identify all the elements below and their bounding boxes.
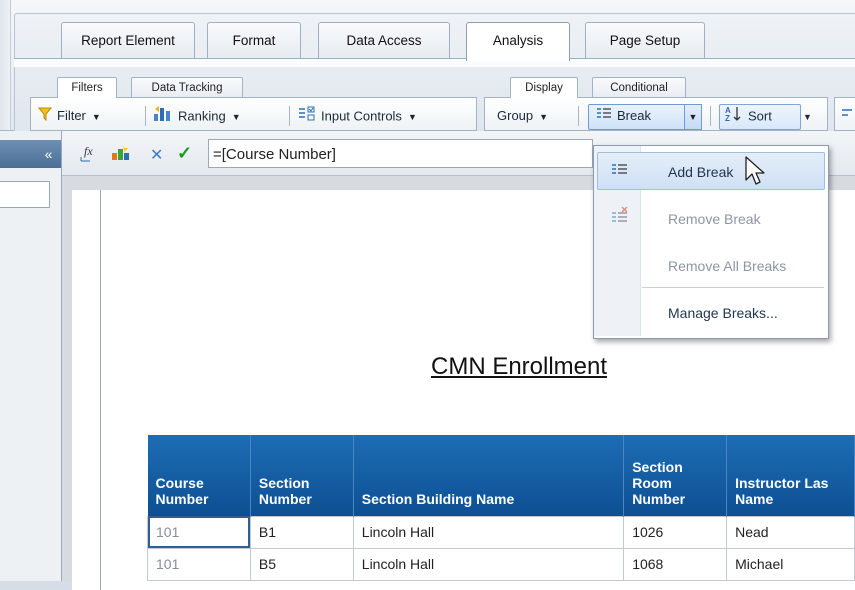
ranking-icon <box>153 106 173 128</box>
toolbar-separator <box>289 106 290 126</box>
menu-item-remove-all-breaks[interactable]: Remove All Breaks <box>668 251 786 281</box>
table-cell[interactable]: B1 <box>249 515 354 549</box>
collapse-panel-icon[interactable]: « <box>36 140 61 168</box>
table-cell[interactable]: 1068 <box>623 547 728 581</box>
table-header-row: Course Number Section Number Section Build… <box>147 435 855 516</box>
svg-text:Z: Z <box>725 114 730 122</box>
ranking-button[interactable]: Ranking ▼ <box>153 106 241 126</box>
table-cell[interactable]: 101 <box>147 547 251 581</box>
input-controls-label: Input Controls <box>321 108 402 124</box>
variable-editor-icon[interactable] <box>110 143 132 166</box>
svg-text:fx: fx <box>84 144 93 158</box>
sort-label: Sort <box>748 108 772 124</box>
remove-break-icon <box>611 206 629 228</box>
menu-separator <box>642 287 824 288</box>
tab-data-access[interactable]: Data Access <box>318 22 450 59</box>
menu-item-remove-break[interactable]: Remove Break <box>668 204 761 234</box>
column-header-instructor-last-name[interactable]: Instructor Las Name <box>726 435 855 516</box>
tab-format[interactable]: Format <box>207 22 301 59</box>
menu-item-add-break-label: Add Break <box>668 164 734 180</box>
chevron-down-icon: ▼ <box>407 112 417 123</box>
subtab-filters[interactable]: Filters <box>57 77 117 98</box>
add-break-icon <box>611 163 629 180</box>
formula-input[interactable]: =[Course Number] <box>208 139 593 168</box>
filter-button[interactable]: Filter ▼ <box>37 106 101 127</box>
page-margin-line <box>100 190 101 590</box>
input-controls-icon <box>298 106 316 128</box>
ribbon-tab-strip <box>14 58 855 67</box>
formula-editor-icon[interactable]: fx <box>80 143 102 166</box>
table-cell[interactable]: Michael <box>726 547 855 581</box>
table-cell[interactable]: 1026 <box>623 515 728 549</box>
group-button[interactable]: Group ▼ <box>497 106 548 126</box>
cancel-formula-icon[interactable]: ✕ <box>150 145 163 165</box>
break-icon <box>596 107 612 127</box>
chevron-down-icon: ▼ <box>91 112 101 122</box>
chevron-down-icon: ▼ <box>539 112 549 122</box>
column-header-section-number[interactable]: Section Number <box>250 435 354 516</box>
subtab-display[interactable]: Display <box>510 77 578 98</box>
tab-analysis[interactable]: Analysis <box>466 22 570 61</box>
column-header-course-number[interactable]: Course Number <box>147 435 251 516</box>
table-cell[interactable]: Nead <box>726 515 855 549</box>
more-tools-icon[interactable] <box>840 108 854 127</box>
table-cell[interactable]: Lincoln Hall <box>352 515 625 549</box>
subtab-conditional[interactable]: Conditional <box>592 77 686 98</box>
ribbon-left-edge <box>0 0 11 130</box>
column-header-section-building-name[interactable]: Section Building Name <box>353 435 625 516</box>
column-header-section-room-number[interactable]: Section Room Number <box>623 435 728 516</box>
report-table: Course Number Section Number Section Build… <box>147 435 855 581</box>
toolbar-separator <box>145 106 146 126</box>
table-cell[interactable]: B5 <box>249 547 354 581</box>
toolbar-separator <box>578 106 579 126</box>
menu-item-manage-breaks[interactable]: Manage Breaks... <box>668 298 778 328</box>
sort-az-icon: AZ <box>725 106 743 128</box>
tab-report-element[interactable]: Report Element <box>61 22 195 59</box>
chevron-down-icon: ▼ <box>231 112 241 123</box>
table-row: 101 B1 Lincoln Hall 1026 Nead <box>147 515 855 549</box>
subtab-data-tracking[interactable]: Data Tracking <box>131 77 243 98</box>
table-cell[interactable]: Lincoln Hall <box>352 547 625 581</box>
toolbar-separator <box>710 106 711 126</box>
group-label: Group <box>497 108 534 123</box>
table-cell-selected[interactable]: 101 <box>147 515 251 549</box>
ranking-label: Ranking <box>178 108 226 124</box>
tab-page-setup[interactable]: Page Setup <box>585 22 705 59</box>
break-label: Break <box>617 108 651 123</box>
report-title[interactable]: CMN Enrollment <box>431 353 607 381</box>
table-row: 101 B5 Lincoln Hall 1068 Michael <box>147 547 855 581</box>
break-button-content: Break <box>596 106 651 126</box>
break-dropdown-toggle[interactable]: ▼ <box>684 104 702 130</box>
filter-funnel-icon <box>37 107 53 127</box>
chevron-down-icon: ▼ <box>803 112 812 122</box>
sort-dropdown-toggle[interactable]: ▼ <box>803 106 812 126</box>
input-controls-button[interactable]: Input Controls ▼ <box>298 106 417 126</box>
chevron-down-icon: ▼ <box>688 112 698 122</box>
validate-formula-icon[interactable]: ✓ <box>177 143 192 164</box>
left-panel-input[interactable] <box>0 181 50 208</box>
sort-button-content: AZ Sort <box>725 106 772 126</box>
filter-label: Filter <box>57 108 86 123</box>
mouse-pointer-icon <box>745 156 767 189</box>
